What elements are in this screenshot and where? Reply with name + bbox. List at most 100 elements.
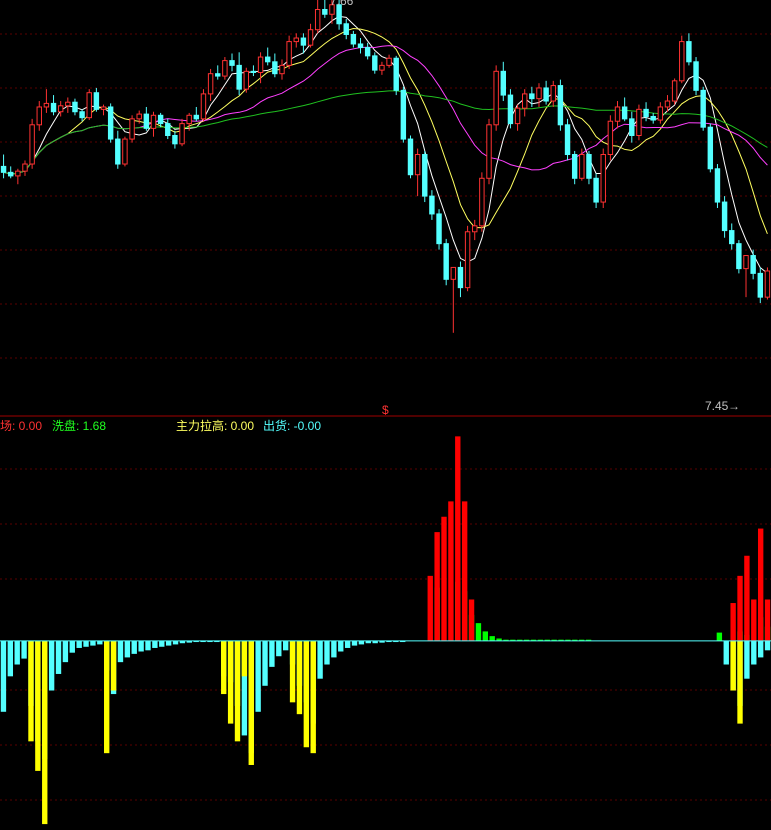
indicator-bar: [730, 603, 736, 641]
indicator-bar: [303, 640, 310, 748]
indicator-bar: [434, 532, 440, 641]
candle-up: [607, 120, 614, 156]
candle-down: [364, 47, 371, 57]
candle-down: [736, 243, 742, 270]
candle-down: [72, 101, 78, 113]
candle-down: [593, 177, 599, 203]
indicator-bar: [282, 640, 289, 651]
candle-up: [293, 37, 299, 43]
indicator-bar: [7, 640, 14, 677]
indicator-bar: [764, 640, 771, 651]
candle-down: [172, 134, 178, 145]
candle-up: [314, 9, 321, 31]
indicator-bar: [90, 640, 96, 646]
candle-down: [264, 56, 271, 63]
indicator-bar: [344, 640, 351, 648]
indicator-bar: [255, 640, 261, 712]
candle-up: [386, 57, 392, 66]
candle-down: [750, 255, 756, 274]
indicator-bar: [234, 640, 241, 742]
indicator-bar: [310, 640, 316, 754]
indicator-bar: [441, 516, 447, 641]
candle-up: [579, 154, 585, 179]
candle-down: [229, 60, 235, 66]
candle-up: [22, 163, 28, 172]
candle-up: [222, 60, 228, 77]
indicator-bar: [62, 640, 69, 663]
candle-down: [529, 93, 535, 100]
indicator-bar: [737, 575, 743, 641]
candle-down: [729, 230, 735, 245]
candle-down: [357, 43, 364, 49]
candle-down: [93, 92, 100, 110]
candle-up: [243, 70, 250, 90]
candle-up: [186, 114, 192, 125]
candle-down: [322, 9, 328, 15]
candle-up: [136, 113, 142, 120]
candle-down: [686, 41, 692, 63]
candle-up: [179, 123, 185, 145]
candle-down: [143, 113, 150, 129]
indicator-bar: [69, 640, 75, 653]
candle-down: [650, 115, 656, 121]
indicator-bar: [21, 640, 27, 659]
indicator-bar: [723, 640, 729, 665]
indicator-bars: [0, 436, 771, 825]
candle-up: [57, 105, 64, 113]
indicator-bar: [227, 640, 234, 724]
candle-up: [614, 106, 621, 122]
legend-ship: 出货: -0.00: [263, 418, 321, 433]
candle-up: [664, 100, 671, 108]
legend-lift: 主力拉高: 0.00: [176, 418, 254, 433]
candle-up: [150, 114, 157, 129]
candle-down: [272, 61, 278, 75]
candle-up: [257, 56, 264, 74]
candle-down: [393, 57, 399, 91]
candle-down: [300, 37, 307, 46]
high-price-label: 7.66: [330, 0, 354, 8]
indicator-bar: [757, 528, 764, 641]
candle-down: [429, 195, 435, 215]
indicator-bar: [751, 640, 757, 665]
indicator-bar: [104, 640, 110, 754]
candle-down: [250, 70, 257, 74]
legend-wash: 洗盘: 1.68: [52, 418, 106, 433]
indicator-bar: [358, 640, 365, 645]
candle-up: [207, 73, 214, 95]
candle-down: [107, 106, 114, 140]
candle-up: [450, 266, 457, 280]
indicator-bar: [289, 640, 296, 703]
candle-up: [36, 106, 42, 126]
indicator-bar: [296, 640, 303, 715]
indicator-bar: [83, 640, 89, 647]
indicator-bar: [276, 640, 282, 657]
candle-up: [200, 93, 207, 120]
candle-up: [671, 80, 678, 102]
indicator-bar: [468, 599, 475, 641]
candle-up: [550, 85, 556, 102]
indicator-bar: [35, 640, 41, 771]
indicator-bar: [76, 640, 82, 648]
indicator-bar: [14, 640, 20, 665]
candle-down: [157, 114, 164, 125]
candle-down: [714, 168, 721, 203]
candle-down: [564, 124, 571, 156]
candle-up: [379, 64, 385, 71]
candle-up: [493, 70, 499, 126]
indicator-bar: [110, 640, 117, 691]
candle-down: [643, 108, 649, 117]
indicator-bar: [331, 640, 337, 658]
indicator-bar: [117, 640, 124, 663]
indicator-bar: [448, 501, 454, 641]
candle-up: [486, 124, 492, 179]
indicator-bar: [28, 640, 34, 742]
candle-up: [600, 154, 606, 203]
indicator-bar: [131, 640, 137, 654]
indicator-bar: [152, 640, 158, 648]
candle-up: [86, 92, 92, 119]
indicator-bar: [427, 575, 433, 641]
indicator-bar: [461, 501, 468, 641]
indicator-bar: [221, 640, 227, 695]
candle-down: [400, 89, 407, 140]
candle-up: [307, 29, 314, 46]
